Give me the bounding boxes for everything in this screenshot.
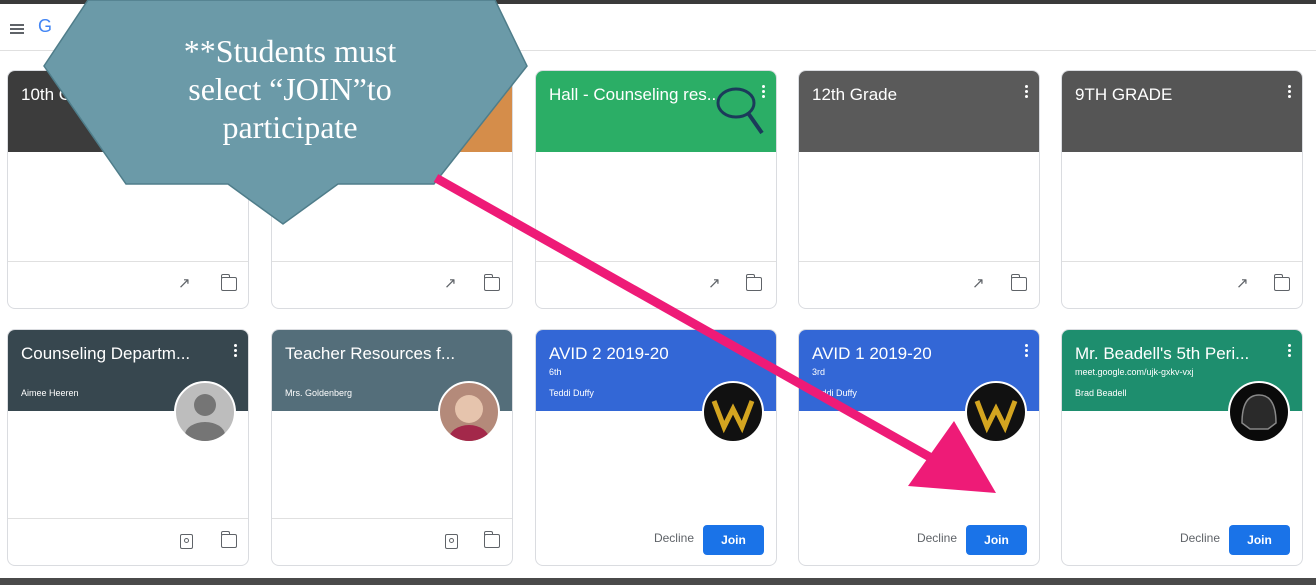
- pointer-arrow: [433, 174, 996, 493]
- bottom-frame: [0, 578, 1316, 585]
